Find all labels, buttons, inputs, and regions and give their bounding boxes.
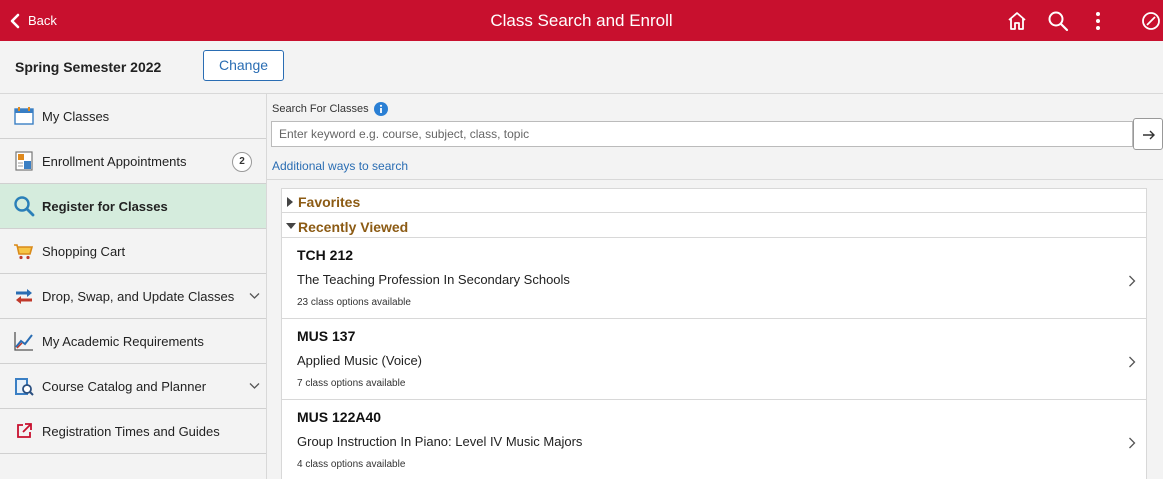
additional-ways-link[interactable]: Additional ways to search bbox=[272, 159, 408, 173]
sidebar-item-register-for-classes[interactable]: Register for Classes bbox=[0, 184, 266, 229]
search-input[interactable] bbox=[271, 121, 1133, 147]
results-panel: Favorites Recently Viewed TCH 212 The Te… bbox=[281, 188, 1147, 479]
main-content: Search For Classes Additional ways to se… bbox=[267, 94, 1163, 479]
search-icon bbox=[14, 196, 35, 217]
sidebar-item-my-classes[interactable]: My Classes bbox=[0, 94, 266, 139]
recently-viewed-label: Recently Viewed bbox=[298, 219, 409, 235]
sidebar-item-course-catalog[interactable]: Course Catalog and Planner bbox=[0, 364, 266, 409]
sidebar-item-label: Course Catalog and Planner bbox=[42, 378, 207, 394]
course-options: 7 class options available bbox=[297, 378, 406, 389]
back-button[interactable]: Back bbox=[8, 0, 57, 41]
chevron-left-icon bbox=[10, 13, 20, 28]
caret-down-icon bbox=[286, 223, 296, 229]
course-code: TCH 212 bbox=[297, 247, 354, 263]
navbar-icon[interactable] bbox=[1139, 9, 1163, 33]
sidebar-item-label: Registration Times and Guides bbox=[42, 423, 220, 439]
appointments-count-badge: 2 bbox=[232, 152, 252, 172]
sidebar-item-enrollment-appointments[interactable]: Enrollment Appointments 2 bbox=[0, 139, 266, 184]
search-label-row: Search For Classes bbox=[272, 102, 388, 116]
calendar-icon bbox=[14, 107, 34, 125]
favorites-label: Favorites bbox=[298, 194, 361, 210]
chevron-right-icon bbox=[1129, 275, 1136, 287]
term-name: Spring Semester 2022 bbox=[15, 59, 162, 75]
appointments-icon bbox=[15, 151, 33, 171]
recently-viewed-header[interactable]: Recently Viewed bbox=[282, 214, 1146, 238]
caret-right-icon bbox=[287, 197, 293, 207]
search-icon[interactable] bbox=[1046, 9, 1070, 33]
chevron-down-icon bbox=[249, 383, 260, 389]
search-label: Search For Classes bbox=[272, 103, 369, 115]
course-title: Applied Music (Voice) bbox=[297, 353, 422, 368]
sidebar-item-label: Enrollment Appointments bbox=[42, 153, 187, 169]
sidebar-item-label: Drop, Swap, and Update Classes bbox=[42, 288, 235, 304]
sidebar-item-registration-times[interactable]: Registration Times and Guides bbox=[0, 409, 266, 454]
course-options: 23 class options available bbox=[297, 297, 411, 308]
term-bar: Spring Semester 2022 Change bbox=[0, 41, 1163, 94]
sidebar-item-academic-requirements[interactable]: My Academic Requirements bbox=[0, 319, 266, 364]
home-icon[interactable] bbox=[1005, 9, 1029, 33]
catalog-icon bbox=[15, 378, 34, 396]
page-title: Class Search and Enroll bbox=[490, 11, 673, 30]
sidebar-item-shopping-cart[interactable]: Shopping Cart bbox=[0, 229, 266, 274]
back-label: Back bbox=[28, 13, 57, 28]
cart-icon bbox=[14, 244, 34, 260]
change-term-button[interactable]: Change bbox=[203, 50, 284, 81]
course-title: Group Instruction In Piano: Level IV Mus… bbox=[297, 434, 583, 449]
course-row[interactable]: MUS 137 Applied Music (Voice) 7 class op… bbox=[282, 320, 1146, 400]
app-header: Back Class Search and Enroll bbox=[0, 0, 1163, 41]
chevron-right-icon bbox=[1129, 437, 1136, 449]
arrow-right-icon bbox=[1143, 130, 1155, 140]
course-title: The Teaching Profession In Secondary Sch… bbox=[297, 272, 570, 287]
chevron-down-icon bbox=[249, 293, 260, 299]
course-row[interactable]: TCH 212 The Teaching Profession In Secon… bbox=[282, 239, 1146, 319]
favorites-header[interactable]: Favorites bbox=[282, 189, 1146, 213]
sidebar-item-label: My Academic Requirements bbox=[42, 333, 204, 349]
search-submit-button[interactable] bbox=[1133, 118, 1163, 150]
course-options: 4 class options available bbox=[297, 459, 406, 470]
info-icon[interactable] bbox=[373, 102, 388, 116]
sidebar-item-label: Register for Classes bbox=[42, 198, 168, 214]
sidebar-item-label: Shopping Cart bbox=[42, 243, 126, 259]
course-row[interactable]: MUS 122A40 Group Instruction In Piano: L… bbox=[282, 401, 1146, 479]
divider bbox=[267, 179, 1163, 180]
more-actions-icon[interactable] bbox=[1086, 9, 1110, 33]
chevron-right-icon bbox=[1129, 356, 1136, 368]
swap-arrows-icon bbox=[16, 289, 32, 304]
sidebar-item-drop-swap-update[interactable]: Drop, Swap, and Update Classes bbox=[0, 274, 266, 319]
chart-line-icon bbox=[14, 332, 33, 351]
sidebar: My Classes Enrollment Appointments 2 Reg… bbox=[0, 94, 267, 479]
course-code: MUS 122A40 bbox=[297, 409, 382, 425]
sidebar-item-label: My Classes bbox=[42, 108, 110, 124]
external-link-icon bbox=[17, 423, 32, 438]
course-code: MUS 137 bbox=[297, 328, 356, 344]
